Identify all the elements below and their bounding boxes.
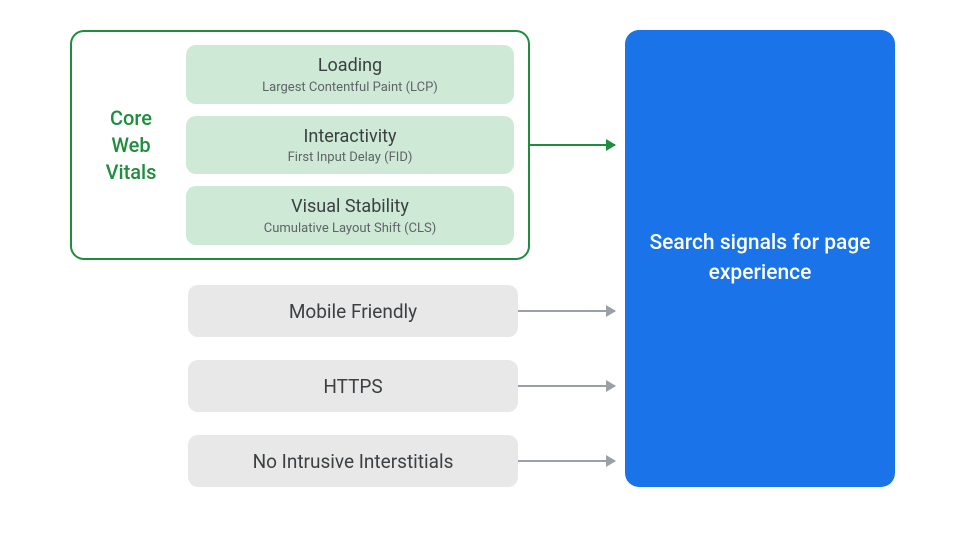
core-web-vitals-group: CoreWebVitals Loading Largest Contentful…: [70, 30, 530, 260]
core-web-vitals-items: Loading Largest Contentful Paint (LCP) I…: [186, 45, 514, 244]
vital-visual-stability: Visual Stability Cumulative Layout Shift…: [186, 186, 514, 244]
arrow-icon: [518, 385, 615, 387]
vital-interactivity: Interactivity First Input Delay (FID): [186, 116, 514, 174]
vital-loading: Loading Largest Contentful Paint (LCP): [186, 45, 514, 103]
vital-subtitle: Largest Contentful Paint (LCP): [196, 80, 504, 95]
search-signals-target: Search signals for page experience: [625, 30, 895, 487]
vital-subtitle: First Input Delay (FID): [196, 150, 504, 165]
vital-subtitle: Cumulative Layout Shift (CLS): [196, 221, 504, 236]
signal-https: HTTPS: [188, 360, 518, 412]
vital-title: Visual Stability: [196, 195, 504, 218]
vital-title: Interactivity: [196, 125, 504, 148]
arrow-icon: [518, 460, 615, 462]
signal-no-intrusive-interstitials: No Intrusive Interstitials: [188, 435, 518, 487]
arrow-icon: [530, 144, 615, 146]
arrow-icon: [518, 310, 615, 312]
vital-title: Loading: [196, 54, 504, 77]
signal-mobile-friendly: Mobile Friendly: [188, 285, 518, 337]
core-web-vitals-label: CoreWebVitals: [86, 105, 176, 186]
